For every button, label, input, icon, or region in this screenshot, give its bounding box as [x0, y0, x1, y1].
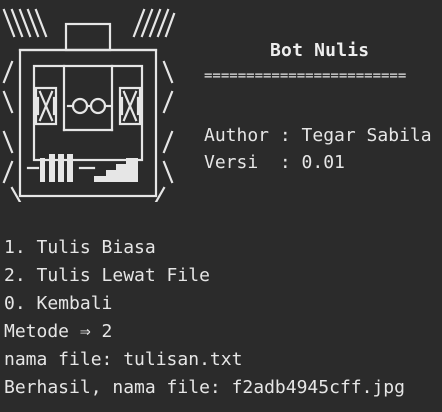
terminal-window: Bot Nulis ======================== Autho…: [0, 0, 442, 412]
app-title: Bot Nulis: [270, 40, 370, 61]
menu-item-tulis-lewat-file: 2. Tulis Lewat File: [4, 265, 210, 286]
result-message: Berhasil, nama file: f2adb4945cff.jpg: [4, 377, 405, 398]
filename-prompt[interactable]: nama file: tulisan.txt: [4, 346, 440, 374]
menu-item-kembali: 0. Kembali: [4, 293, 113, 314]
terminal-output: 1. Tulis Biasa 2. Tulis Lewat File 0. Ke…: [4, 234, 440, 402]
version-line: Versi : 0.01: [204, 152, 345, 173]
robot-ascii-art-icon: [0, 6, 176, 202]
menu-item-tulis-biasa: 1. Tulis Biasa: [4, 237, 156, 258]
method-prompt[interactable]: Metode ⇒ 2: [4, 318, 440, 346]
title-separator: ========================: [204, 70, 407, 82]
author-line: Author : Tegar Sabila: [204, 125, 432, 146]
